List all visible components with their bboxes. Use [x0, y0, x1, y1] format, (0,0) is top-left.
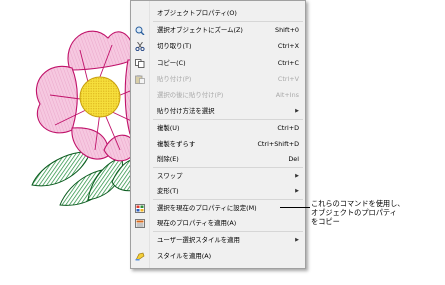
menu-item-shortcut: Ctrl+C — [277, 59, 299, 67]
menu-item-shortcut: Ctrl+Shift+D — [257, 140, 299, 148]
submenu-arrow-icon: ▶ — [295, 173, 299, 179]
menu-item-label: 選択オブジェクトにズーム(Z) — [157, 26, 243, 34]
menu-separator — [153, 21, 303, 22]
menu-item-object-properties[interactable]: オブジェクトプロパティ(O) — [131, 7, 305, 20]
menu-item-set-current-properties[interactable]: 選択を現在のプロパティに設定(M) — [131, 202, 305, 215]
style-icon — [135, 252, 145, 261]
menu-item-label: 切り取り(T) — [157, 42, 192, 50]
menu-item-label: 変形(T) — [157, 187, 179, 195]
zoom-icon — [135, 26, 145, 36]
apply-properties-icon — [135, 219, 145, 228]
menu-item-duplicate[interactable]: 複製(U) Ctrl+D — [131, 122, 305, 135]
menu-item-label: 選択を現在のプロパティに設定(M) — [157, 204, 257, 212]
paste-icon — [135, 75, 145, 84]
menu-item-label: コピー(C) — [157, 59, 186, 67]
menu-item-label: スタイルを適用(A) — [157, 252, 212, 260]
copy-icon — [135, 59, 145, 68]
menu-item-paste-special[interactable]: 貼り付け方法を選択 ▶ — [131, 105, 305, 118]
submenu-arrow-icon: ▶ — [295, 188, 299, 194]
submenu-arrow-icon: ▶ — [295, 237, 299, 243]
scissors-icon — [135, 41, 145, 52]
menu-item-apply-current-properties[interactable]: 現在のプロパティを適用(A) — [131, 217, 305, 230]
menu-item-paste[interactable]: 貼り付け(P) Ctrl+V — [131, 73, 305, 86]
menu-item-label: 複製をずらす — [157, 140, 196, 148]
menu-item-apply-user-style[interactable]: ユーザー選択スタイルを適用 ▶ — [131, 234, 305, 247]
menu-item-copy[interactable]: コピー(C) Ctrl+C — [131, 57, 305, 70]
menu-item-zoom-to-selected[interactable]: 選択オブジェクトにズーム(Z) Shift+0 — [131, 24, 305, 37]
menu-separator — [153, 231, 303, 232]
menu-item-label: ユーザー選択スタイルを適用 — [157, 236, 240, 244]
callout-line-1: これらのコマンドを使用し、 — [311, 199, 405, 208]
menu-item-shortcut: Ctrl+D — [277, 124, 299, 132]
menu-item-delete[interactable]: 削除(E) Del — [131, 153, 305, 166]
callout-line-2: オブジェクトのプロパティ — [311, 208, 397, 217]
menu-item-label: スワップ — [157, 172, 183, 180]
menu-item-shortcut: Alt+Ins — [275, 91, 299, 99]
menu-item-swap[interactable]: スワップ ▶ — [131, 170, 305, 183]
petal-top — [67, 30, 134, 71]
callout-annotation: これらのコマンドを使用し、 オブジェクトのプロパティ をコピー — [311, 199, 445, 226]
menu-item-shortcut: Ctrl+V — [277, 75, 299, 83]
menu-item-label: 削除(E) — [157, 155, 179, 163]
submenu-arrow-icon: ▶ — [295, 108, 299, 114]
context-menu: オブジェクトプロパティ(O) 選択オブジェクトにズーム(Z) Shift+0 切… — [130, 0, 306, 269]
menu-item-label: 現在のプロパティを適用(A) — [157, 219, 237, 227]
menu-item-transform[interactable]: 変形(T) ▶ — [131, 185, 305, 198]
menu-item-shortcut: Del — [288, 155, 299, 163]
callout-leader-line — [280, 207, 310, 208]
menu-item-label: 貼り付け方法を選択 — [157, 107, 215, 115]
menu-separator — [153, 167, 303, 168]
menu-item-label: 選択の後に貼り付け(P) — [157, 91, 224, 99]
flower-center — [79, 76, 121, 118]
menu-item-shortcut: Ctrl+X — [277, 42, 299, 50]
menu-item-label: 複製(U) — [157, 124, 180, 132]
menu-item-offset-duplicate[interactable]: 複製をずらす Ctrl+Shift+D — [131, 138, 305, 151]
menu-item-paste-after-selection[interactable]: 選択の後に貼り付け(P) Alt+Ins — [131, 89, 305, 102]
menu-separator — [153, 119, 303, 120]
petal-left — [35, 65, 78, 134]
menu-item-apply-style[interactable]: スタイルを適用(A) — [131, 250, 305, 263]
menu-item-label: 貼り付け(P) — [157, 75, 192, 83]
menu-item-label: オブジェクトプロパティ(O) — [157, 9, 237, 17]
set-properties-icon — [135, 204, 145, 213]
menu-item-shortcut: Shift+0 — [275, 26, 299, 34]
callout-line-3: をコピー — [311, 217, 340, 226]
menu-item-cut[interactable]: 切り取り(T) Ctrl+X — [131, 40, 305, 53]
menu-separator — [153, 199, 303, 200]
